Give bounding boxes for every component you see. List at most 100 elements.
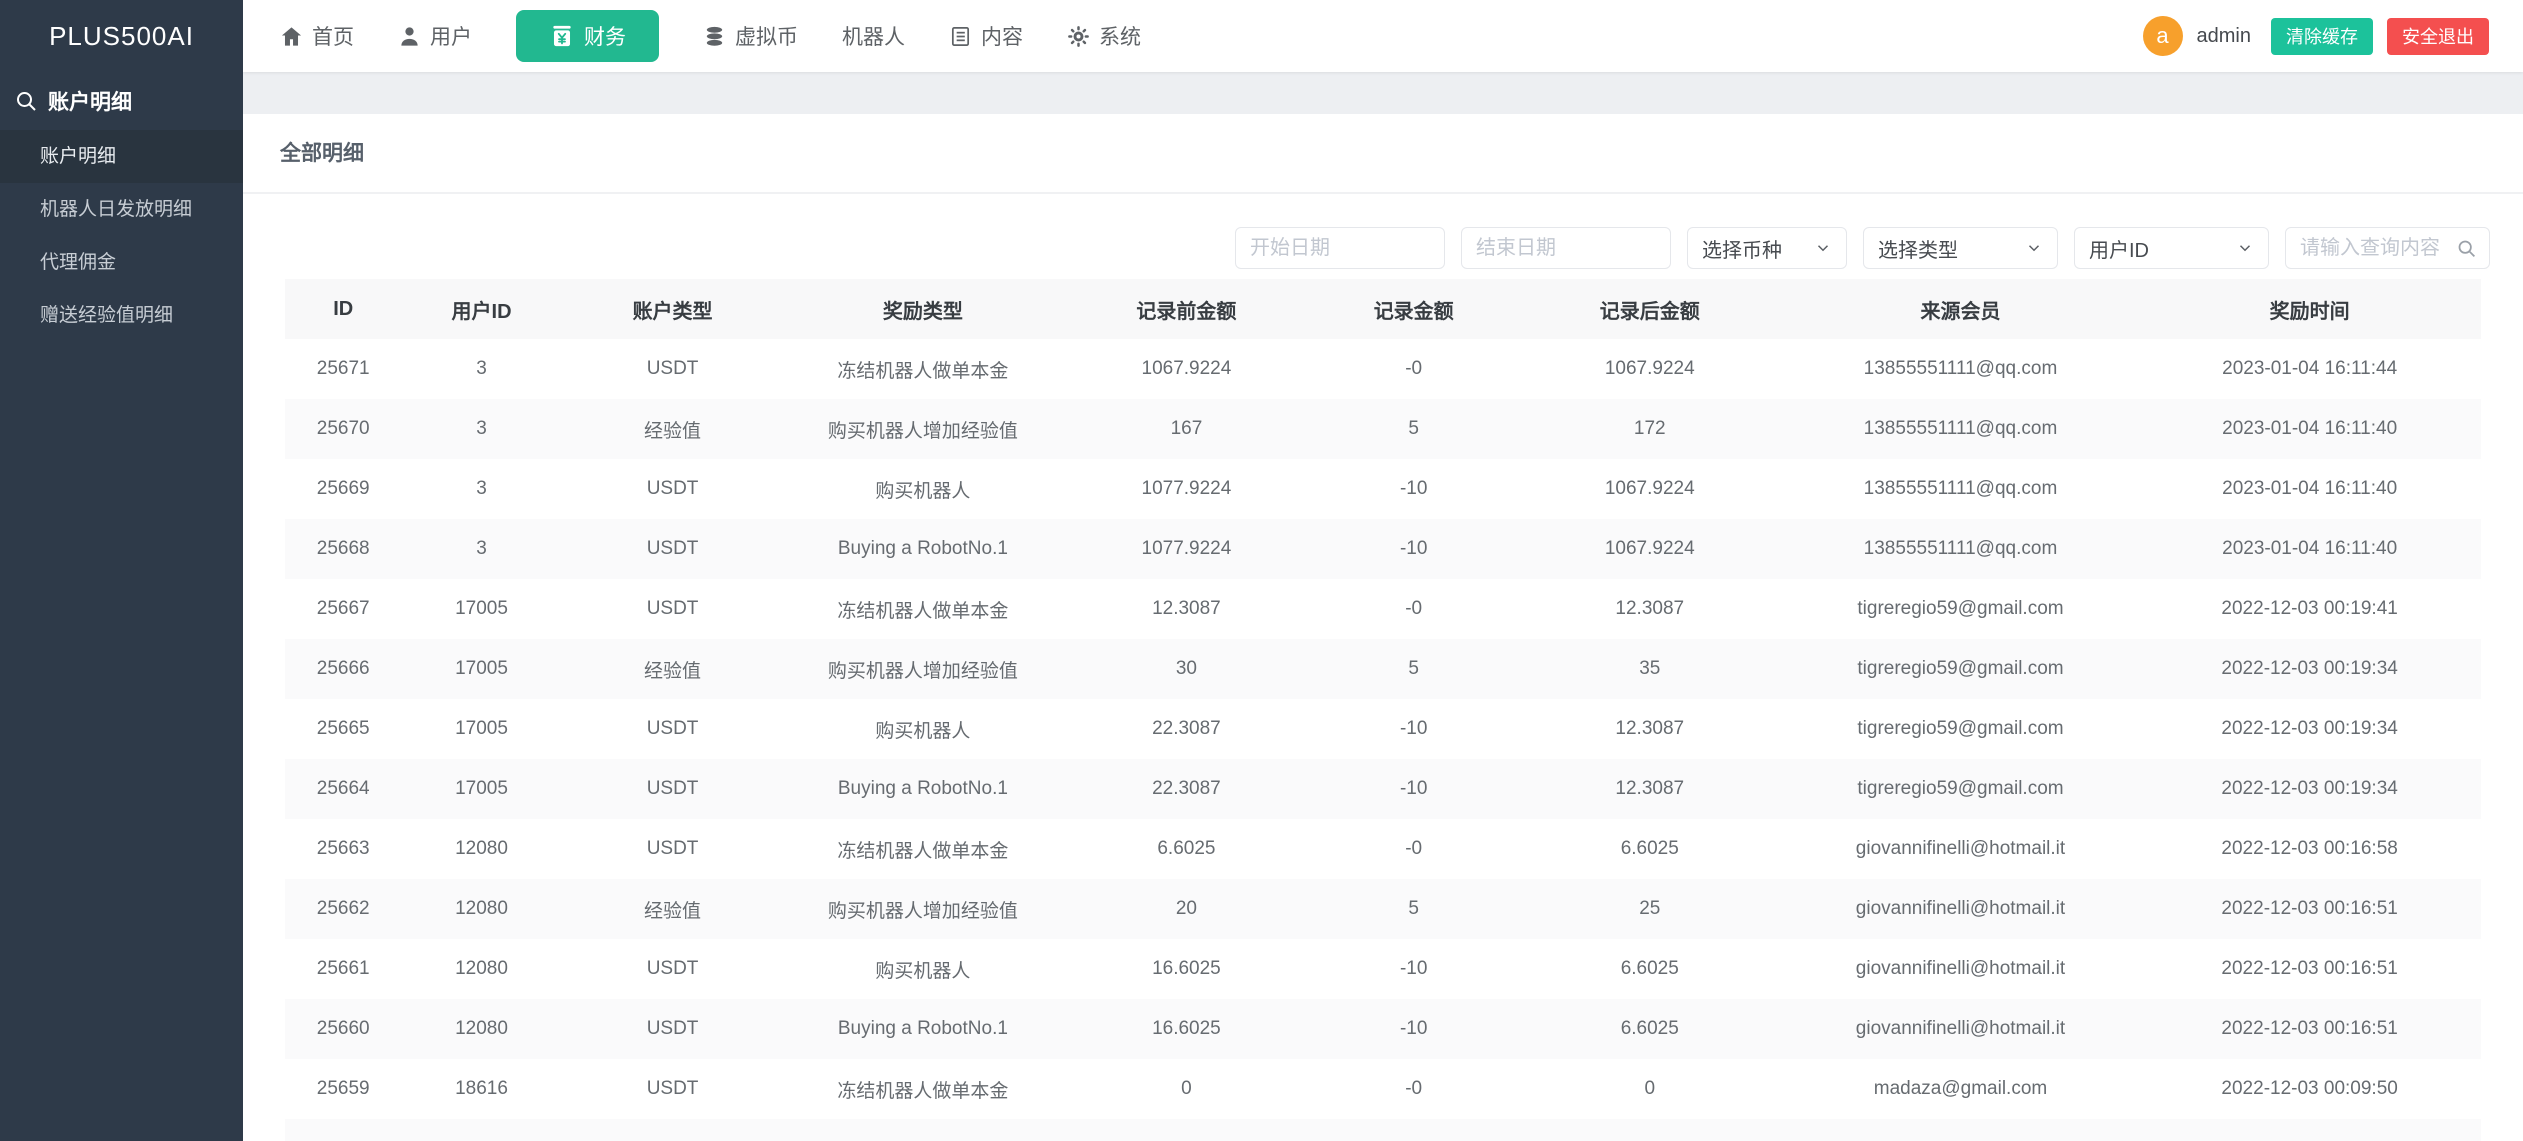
table-cell: tigreregio59@gmail.com [1783, 718, 2139, 740]
table-cell: 冻结机器人做单本金 [783, 836, 1062, 863]
nav-item-label: 虚拟币 [735, 21, 798, 51]
sidebar-item[interactable]: 账户明细 [0, 130, 243, 183]
table-cell: 2023-01-04 16:11:44 [2138, 358, 2481, 380]
table-cell: 25664 [285, 778, 401, 800]
sidebar-item[interactable]: 赠送经验值明细 [0, 289, 243, 342]
table-cell: 25670 [285, 418, 401, 440]
table-cell: 12.3087 [1517, 778, 1783, 800]
nav-item[interactable]: 用户 [398, 21, 472, 51]
avatar[interactable]: a [2143, 16, 2183, 56]
table-cell: 25663 [285, 838, 401, 860]
table-cell: 2022-12-03 00:16:51 [2138, 958, 2481, 980]
money-icon [549, 23, 575, 49]
table-cell: 25669 [285, 478, 401, 500]
table-cell: 20 [1062, 898, 1310, 920]
table-cell: 12080 [401, 1018, 561, 1040]
chevron-down-icon [1814, 239, 1832, 257]
logout-button[interactable]: 安全退出 [2387, 18, 2489, 55]
table-cell: 经验值 [562, 416, 784, 443]
table-cell: 3 [401, 418, 561, 440]
table-cell: 30 [1062, 658, 1310, 680]
nav-item-label: 用户 [430, 21, 472, 51]
table-cell: 17005 [401, 658, 561, 680]
top-navbar: 首页 用户 财务 虚拟币 机器人 内容 系统 a admin 清除缓存 安全退出 [243, 0, 2523, 72]
sidebar-item[interactable]: 机器人日发放明细 [0, 183, 243, 236]
table-cell: 16.6025 [1062, 958, 1310, 980]
end-date-field [1461, 227, 1671, 269]
table-cell: 25668 [285, 538, 401, 560]
column-header: 记录前金额 [1062, 295, 1310, 324]
table-cell: -10 [1310, 538, 1516, 560]
table-cell: 6.6025 [1517, 838, 1783, 860]
nav-item-label: 财务 [584, 21, 626, 51]
table-cell: tigreregio59@gmail.com [1783, 778, 2139, 800]
table-cell: 12080 [401, 958, 561, 980]
nav-item-label: 系统 [1099, 21, 1141, 51]
nav-item[interactable]: 首页 [280, 21, 354, 51]
chevron-down-icon [2236, 239, 2254, 257]
table-cell: -0 [1310, 838, 1516, 860]
table-cell: USDT [562, 538, 784, 560]
search-icon[interactable] [2456, 238, 2477, 259]
records-table: ID用户ID账户类型奖励类型记录前金额记录金额记录后金额来源会员奖励时间 256… [285, 279, 2481, 1141]
nav-item[interactable]: 系统 [1067, 21, 1141, 51]
filter-bar: 选择币种 选择类型 用户ID [243, 194, 2523, 269]
table-cell: 1067.9224 [1517, 358, 1783, 380]
table-cell: 2023-01-04 16:11:40 [2138, 418, 2481, 440]
table-cell: 13855551111@qq.com [1783, 358, 2139, 380]
table-body: 256713USDT冻结机器人做单本金1067.9224-01067.92241… [285, 339, 2481, 1119]
nav-item[interactable]: 机器人 [842, 21, 905, 51]
user-cluster: a admin 清除缓存 安全退出 [2143, 16, 2489, 56]
table-cell: -10 [1310, 958, 1516, 980]
table-cell: giovannifinelli@hotmail.it [1783, 1018, 2139, 1040]
sidebar-menu: 账户明细机器人日发放明细代理佣金赠送经验值明细 [0, 130, 243, 342]
table-cell: 经验值 [562, 656, 784, 683]
type-select[interactable]: 选择类型 [1863, 227, 2058, 269]
currency-select[interactable]: 选择币种 [1687, 227, 1847, 269]
table-cell: -0 [1310, 598, 1516, 620]
start-date-input[interactable] [1236, 228, 1444, 268]
table-cell: 17005 [401, 718, 561, 740]
nav-item[interactable]: 财务 [516, 10, 659, 62]
table-row: 2566617005经验值购买机器人增加经验值30535tigreregio59… [285, 639, 2481, 699]
table-cell: 购买机器人增加经验值 [783, 656, 1062, 683]
table-row: 2565918616USDT冻结机器人做单本金0-00madaza@gmail.… [285, 1059, 2481, 1119]
table-cell: 1067.9224 [1062, 358, 1310, 380]
page-title: 全部明细 [243, 114, 2523, 194]
sidebar-item[interactable]: 代理佣金 [0, 236, 243, 289]
table-cell: 6.6025 [1517, 958, 1783, 980]
table-cell: 1077.9224 [1062, 478, 1310, 500]
column-header: ID [285, 298, 401, 321]
table-cell: 25662 [285, 898, 401, 920]
nav-item[interactable]: 虚拟币 [703, 21, 798, 51]
table-cell: 16.6025 [1062, 1018, 1310, 1040]
table-cell: madaza@gmail.com [1783, 1078, 2139, 1100]
table-row: 256683USDTBuying a RobotNo.11077.9224-10… [285, 519, 2481, 579]
end-date-input[interactable] [1462, 228, 1670, 268]
table-cell: 购买机器人 [783, 716, 1062, 743]
table-cell: 167 [1062, 418, 1310, 440]
table-cell: 25661 [285, 958, 401, 980]
table-cell: USDT [562, 778, 784, 800]
table-cell: USDT [562, 958, 784, 980]
table-cell: 3 [401, 538, 561, 560]
table-cell: 购买机器人增加经验值 [783, 896, 1062, 923]
table-cell: Buying a RobotNo.1 [783, 778, 1062, 800]
table-row: 2566212080经验值购买机器人增加经验值20525giovannifine… [285, 879, 2481, 939]
column-header: 记录后金额 [1517, 295, 1783, 324]
table-row: 2566312080USDT冻结机器人做单本金6.6025-06.6025gio… [285, 819, 2481, 879]
column-header: 账户类型 [562, 295, 784, 324]
table-cell: 12.3087 [1517, 598, 1783, 620]
nav-item[interactable]: 内容 [949, 21, 1023, 51]
table-cell: 22.3087 [1062, 718, 1310, 740]
column-header: 用户ID [401, 295, 561, 324]
table-cell: 13855551111@qq.com [1783, 538, 2139, 560]
table-cell: 1067.9224 [1517, 478, 1783, 500]
userid-select[interactable]: 用户ID [2074, 227, 2269, 269]
table-cell: USDT [562, 1018, 784, 1040]
table-row: 2566012080USDTBuying a RobotNo.116.6025-… [285, 999, 2481, 1059]
clear-cache-button[interactable]: 清除缓存 [2271, 18, 2373, 55]
app-logo: PLUS500AI [0, 0, 243, 72]
table-row: 2566112080USDT购买机器人16.6025-106.6025giova… [285, 939, 2481, 999]
table-cell: Buying a RobotNo.1 [783, 1018, 1062, 1040]
